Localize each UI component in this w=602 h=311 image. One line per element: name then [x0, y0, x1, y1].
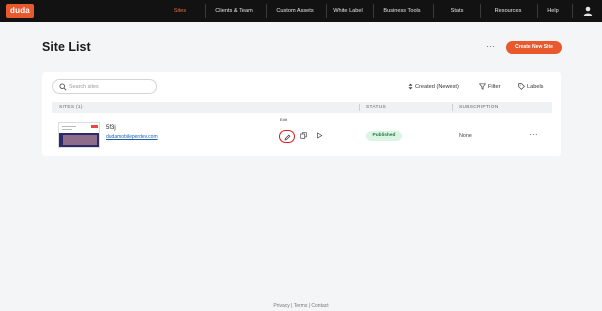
table-row: 5f3j dudamobileperdev.com Edit Published… — [52, 113, 552, 151]
duda-logo[interactable]: duda — [6, 4, 34, 18]
site-name: 5f3j — [106, 125, 116, 131]
column-divider — [359, 104, 360, 111]
column-header-sites[interactable]: SITES (1) — [59, 102, 83, 113]
nav-divider — [205, 4, 206, 18]
site-list-card: Created (Newest) Filter Labels SITES (1)… — [42, 72, 561, 156]
pencil-icon — [284, 134, 291, 140]
nav-divider — [433, 4, 434, 18]
search-input[interactable] — [69, 82, 153, 92]
nav-divider — [326, 4, 327, 18]
user-icon[interactable] — [582, 5, 594, 17]
sort-icon — [408, 83, 413, 90]
thumbnail-text-line — [62, 129, 72, 130]
search-box — [52, 79, 157, 94]
nav-item-resources[interactable]: Resources — [486, 0, 530, 22]
nav-item-stats[interactable]: Stats — [443, 0, 471, 22]
duplicate-icon[interactable] — [300, 132, 307, 139]
nav-divider — [480, 4, 481, 18]
edit-tooltip: Edit — [280, 117, 287, 122]
row-more-options-button[interactable]: ··· — [529, 130, 538, 139]
top-nav: duda Sites Clients & Team Custom Assets … — [0, 0, 602, 22]
nav-divider — [572, 4, 573, 18]
page-title: Site List — [42, 40, 91, 54]
filter-icon — [478, 83, 487, 90]
nav-item-custom-assets[interactable]: Custom Assets — [270, 0, 320, 22]
labels-label: Labels — [527, 84, 544, 90]
nav-divider — [537, 4, 538, 18]
site-url-link[interactable]: dudamobileperdev.com — [106, 134, 158, 140]
search-icon — [59, 83, 67, 91]
filter-label: Filter — [488, 84, 501, 90]
column-divider — [452, 104, 453, 111]
preview-icon[interactable] — [316, 132, 323, 139]
thumbnail-hero-image — [63, 135, 97, 145]
more-options-button[interactable]: ··· — [486, 42, 496, 51]
nav-item-business-tools[interactable]: Business Tools — [377, 0, 427, 22]
nav-item-white-label[interactable]: White Label — [329, 0, 367, 22]
table-header: SITES (1) STATUS SUBSCRIPTION — [52, 102, 552, 113]
thumbnail-text-line — [62, 126, 76, 127]
thumbnail-accent — [91, 125, 98, 128]
edit-site-button[interactable] — [279, 130, 295, 143]
nav-divider — [373, 4, 374, 18]
site-thumbnail[interactable] — [58, 122, 100, 148]
subscription-value: None — [459, 133, 472, 139]
filter-button[interactable]: Filter — [478, 82, 501, 92]
sort-dropdown[interactable]: Created (Newest) — [408, 82, 459, 92]
status-badge: Published — [366, 131, 402, 141]
nav-divider — [266, 4, 267, 18]
column-header-subscription[interactable]: SUBSCRIPTION — [459, 102, 499, 113]
labels-button[interactable]: Labels — [518, 82, 543, 92]
create-new-site-button[interactable]: Create New Site — [506, 41, 562, 54]
labels-icon — [518, 83, 525, 90]
footer-links[interactable]: Privacy | Terms | Contact — [0, 303, 602, 309]
sort-label: Created (Newest) — [415, 84, 459, 90]
nav-item-clients-team[interactable]: Clients & Team — [208, 0, 260, 22]
nav-item-help[interactable]: Help — [542, 0, 564, 22]
nav-item-sites[interactable]: Sites — [166, 0, 194, 22]
column-header-status[interactable]: STATUS — [366, 102, 386, 113]
